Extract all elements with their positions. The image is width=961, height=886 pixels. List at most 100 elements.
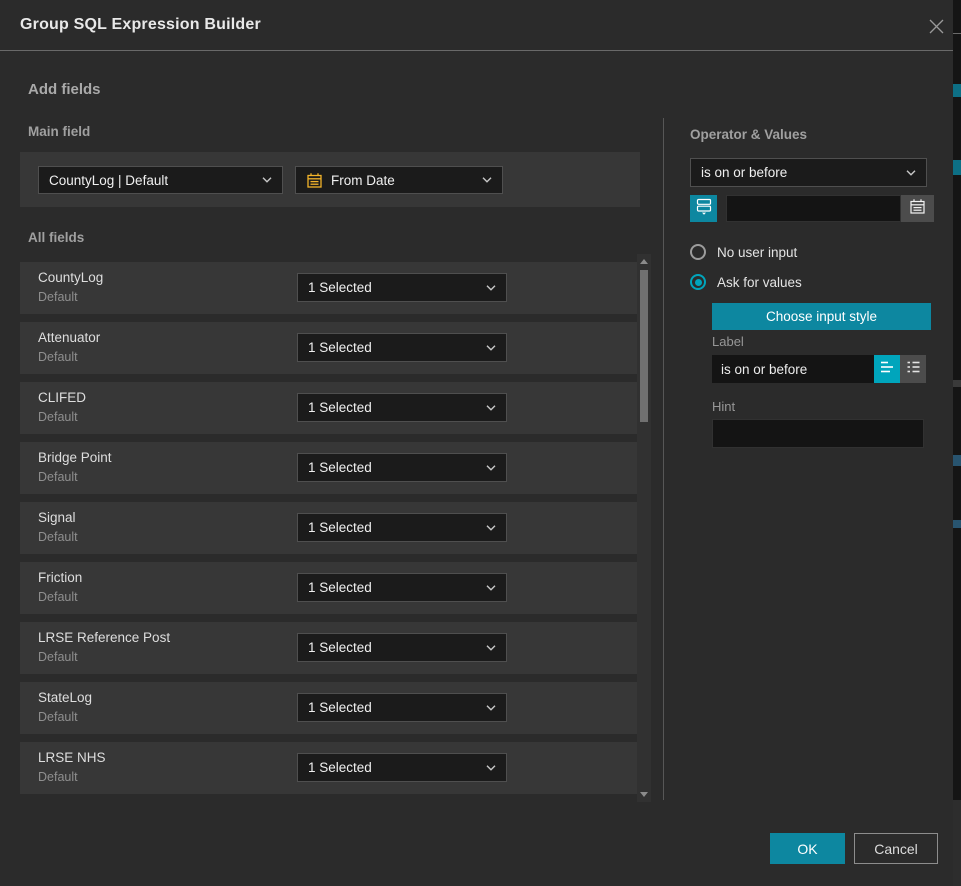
selection-value: 1 Selected [308, 580, 478, 595]
field-name: CountyLog [38, 270, 103, 285]
field-name: Signal [38, 510, 76, 525]
chevron-down-icon [262, 177, 272, 183]
ok-button[interactable]: OK [770, 833, 845, 864]
page-edge-strip [953, 0, 961, 886]
group-sql-expression-builder-dialog: Group SQL Expression Builder Add fields … [0, 0, 961, 886]
calendar-icon [909, 198, 926, 220]
field-type: Default [38, 650, 78, 664]
field-row: LRSE NHS Default 1 Selected [20, 742, 637, 794]
scrollbar-up-arrow-icon[interactable] [640, 259, 648, 264]
field-type: Default [38, 530, 78, 544]
selection-value: 1 Selected [308, 280, 478, 295]
cancel-button[interactable]: Cancel [854, 833, 938, 864]
field-row: CountyLog Default 1 Selected [20, 262, 637, 314]
field-row: CLIFED Default 1 Selected [20, 382, 637, 434]
chevron-down-icon [486, 765, 496, 771]
field-type: Default [38, 410, 78, 424]
field-type: Default [38, 770, 78, 784]
main-field-source-dropdown[interactable]: CountyLog | Default [38, 166, 283, 194]
chevron-down-icon [486, 345, 496, 351]
label-caption: Label [712, 334, 744, 349]
selection-value: 1 Selected [308, 340, 478, 355]
field-type: Default [38, 710, 78, 724]
add-fields-heading: Add fields [28, 81, 101, 98]
chevron-down-icon [486, 645, 496, 651]
chevron-down-icon [486, 525, 496, 531]
chevron-down-icon [486, 285, 496, 291]
field-name: CLIFED [38, 390, 86, 405]
field-selection-dropdown[interactable]: 1 Selected [297, 333, 507, 362]
dialog-title: Group SQL Expression Builder [20, 16, 261, 34]
calendar-icon [306, 172, 323, 189]
dialog-titlebar: Group SQL Expression Builder [0, 0, 953, 51]
field-selection-dropdown[interactable]: 1 Selected [297, 273, 507, 302]
choose-input-style-button[interactable]: Choose input style [712, 303, 931, 330]
hint-input[interactable] [712, 419, 924, 448]
field-type: Default [38, 470, 78, 484]
field-selection-dropdown[interactable]: 1 Selected [297, 753, 507, 782]
chevron-down-icon [486, 585, 496, 591]
label-style-list-toggle[interactable] [900, 355, 926, 383]
selection-value: 1 Selected [308, 700, 478, 715]
hint-caption: Hint [712, 399, 735, 414]
radio-label: No user input [717, 245, 797, 260]
chevron-down-icon [486, 405, 496, 411]
field-row: StateLog Default 1 Selected [20, 682, 637, 734]
operator-values-heading: Operator & Values [690, 127, 807, 142]
field-type: Default [38, 290, 78, 304]
edge-fragment [953, 33, 961, 34]
radio-unselected-icon [690, 244, 706, 260]
field-name: StateLog [38, 690, 92, 705]
operator-dropdown[interactable]: is on or before [690, 158, 927, 187]
edge-fragment [953, 800, 961, 886]
edge-fragment [953, 520, 961, 528]
scrollbar-down-arrow-icon[interactable] [640, 792, 648, 797]
value-source-button[interactable] [690, 195, 717, 222]
field-selection-dropdown[interactable]: 1 Selected [297, 453, 507, 482]
edge-fragment [953, 455, 961, 466]
radio-selected-icon [690, 274, 706, 290]
field-name: Friction [38, 570, 82, 585]
field-name: LRSE Reference Post [38, 630, 170, 645]
field-name: Attenuator [38, 330, 100, 345]
radio-label: Ask for values [717, 275, 802, 290]
selection-value: 1 Selected [308, 520, 478, 535]
scrollbar-thumb[interactable] [640, 270, 648, 422]
panel-divider [663, 118, 664, 800]
main-field-field-value: From Date [331, 173, 474, 188]
field-type: Default [38, 350, 78, 364]
field-row: Attenuator Default 1 Selected [20, 322, 637, 374]
main-field-source-value: CountyLog | Default [49, 173, 254, 188]
radio-no-user-input[interactable]: No user input [690, 244, 797, 260]
date-picker-button[interactable] [901, 195, 934, 222]
label-input[interactable] [712, 355, 874, 383]
selection-value: 1 Selected [308, 400, 478, 415]
selection-value: 1 Selected [308, 640, 478, 655]
edge-fragment [953, 84, 961, 97]
edge-fragment [953, 380, 961, 387]
chevron-down-icon [486, 465, 496, 471]
field-type: Default [38, 590, 78, 604]
align-left-icon [879, 360, 895, 379]
operator-value: is on or before [701, 165, 898, 180]
list-icon [906, 360, 921, 379]
field-selection-dropdown[interactable]: 1 Selected [297, 573, 507, 602]
selection-value: 1 Selected [308, 460, 478, 475]
field-selection-dropdown[interactable]: 1 Selected [297, 513, 507, 542]
radio-ask-for-values[interactable]: Ask for values [690, 274, 802, 290]
field-selection-dropdown[interactable]: 1 Selected [297, 633, 507, 662]
scrollbar[interactable] [637, 254, 651, 802]
field-row: LRSE Reference Post Default 1 Selected [20, 622, 637, 674]
field-row: Bridge Point Default 1 Selected [20, 442, 637, 494]
all-fields-heading: All fields [28, 230, 84, 245]
layer-rows-icon [695, 197, 713, 220]
chevron-down-icon [486, 705, 496, 711]
chevron-down-icon [482, 177, 492, 183]
date-value-input[interactable] [726, 195, 901, 222]
main-field-field-dropdown[interactable]: From Date [295, 166, 503, 194]
label-style-single-toggle[interactable] [874, 355, 900, 383]
close-icon[interactable] [925, 15, 947, 37]
chevron-down-icon [906, 170, 916, 176]
field-selection-dropdown[interactable]: 1 Selected [297, 693, 507, 722]
field-selection-dropdown[interactable]: 1 Selected [297, 393, 507, 422]
